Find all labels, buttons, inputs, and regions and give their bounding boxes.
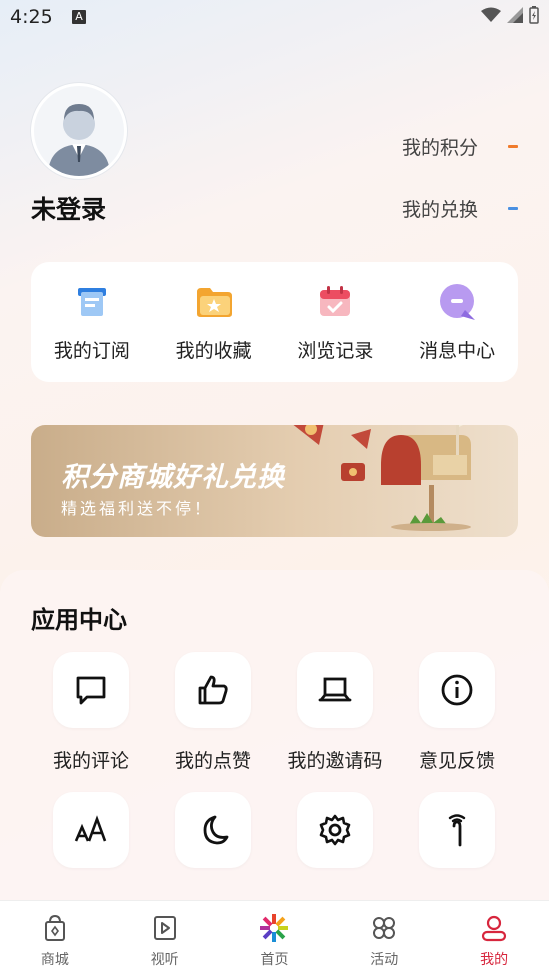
bottom-nav: 商城 视听 首页 活动 我的 (0, 900, 549, 977)
font-size-icon (74, 815, 107, 842)
quick-label-messages: 消息中心 (419, 340, 496, 362)
nav-label-video: 视听 (150, 952, 179, 968)
wifi-icon (481, 7, 501, 22)
quick-item-subscription[interactable]: 我的订阅 (31, 262, 153, 382)
favorites-folder-icon (196, 288, 232, 317)
app-label-feedback: 意见反馈 (418, 750, 495, 772)
app-item-font-size[interactable] (30, 792, 152, 912)
app-item-likes[interactable]: 我的点赞 (152, 652, 274, 772)
app-button-font-size[interactable] (53, 792, 129, 868)
activity-grid-icon (373, 917, 396, 939)
quick-item-messages[interactable]: 消息中心 (396, 262, 518, 382)
app-button-elder-mode[interactable] (419, 792, 495, 868)
quick-label-history: 浏览记录 (297, 340, 374, 362)
nav-tab-video[interactable]: 视听 (110, 901, 220, 977)
app-label-likes: 我的点赞 (174, 750, 251, 772)
my-points-label: 我的积分 (401, 137, 478, 159)
nav-tab-activity[interactable]: 活动 (329, 901, 439, 977)
battery-icon (529, 6, 539, 24)
home-logo-icon (260, 914, 289, 942)
nav-tab-mall[interactable]: 商城 (0, 901, 110, 977)
notification-icon: A (72, 10, 86, 24)
gear-icon (319, 814, 351, 846)
app-item-invite-code[interactable]: 我的邀请码 (274, 652, 396, 772)
elder-cane-icon (448, 814, 466, 847)
points-mall-banner[interactable]: 积分商城好礼兑换 精选福利送不停！ (31, 425, 518, 537)
signal-icon (507, 7, 523, 23)
mailbox-illustration-icon (293, 425, 471, 531)
app-center-title: 应用中心 (31, 606, 127, 634)
username[interactable]: 未登录 (31, 190, 106, 226)
app-button-settings[interactable] (297, 792, 373, 868)
shopping-bag-icon (44, 914, 65, 941)
my-exchange-link[interactable]: 我的兑换 (402, 195, 518, 222)
history-calendar-icon (320, 286, 351, 316)
moon-icon (203, 815, 229, 845)
thumbs-up-icon (198, 675, 228, 705)
info-icon (441, 674, 473, 706)
banner-subtitle: 精选福利送不停！ (61, 499, 214, 518)
user-avatar-icon (48, 104, 110, 176)
app-item-feedback[interactable]: 意见反馈 (396, 652, 518, 772)
status-time: 4:25 (10, 6, 53, 28)
exchange-indicator (508, 207, 518, 210)
app-label-comments: 我的评论 (52, 750, 129, 772)
app-label-invite-code: 我的邀请码 (287, 750, 383, 772)
banner-title: 积分商城好礼兑换 (61, 462, 285, 493)
quick-actions-card: 我的订阅 我的收藏 浏览记录 消息中心 (31, 262, 518, 382)
my-points-link[interactable]: 我的积分 (402, 133, 518, 160)
laptop-icon (318, 677, 352, 702)
app-button-dark-mode[interactable] (175, 792, 251, 868)
quick-item-history[interactable]: 浏览记录 (275, 262, 397, 382)
app-center-grid: 我的评论 我的点赞 我的邀请码 意见反馈 (30, 652, 518, 912)
status-icons (481, 6, 539, 24)
quick-label-subscription: 我的订阅 (53, 340, 130, 362)
app-item-settings[interactable] (274, 792, 396, 912)
app-item-dark-mode[interactable] (152, 792, 274, 912)
nav-tab-mine[interactable]: 我的 (439, 901, 549, 977)
app-button-likes[interactable] (175, 652, 251, 728)
comment-icon (76, 676, 106, 705)
app-button-invite-code[interactable] (297, 652, 373, 728)
app-item-comments[interactable]: 我的评论 (30, 652, 152, 772)
nav-tab-home[interactable]: 首页 (220, 901, 330, 977)
my-exchange-label: 我的兑换 (401, 199, 478, 221)
message-bubble-icon (440, 284, 476, 320)
points-indicator (508, 145, 518, 148)
app-item-elder-mode[interactable] (396, 792, 518, 912)
nav-label-mine: 我的 (480, 952, 509, 968)
nav-label-mall: 商城 (40, 952, 69, 968)
profile-icon (481, 915, 507, 942)
subscription-icon (77, 288, 106, 316)
avatar[interactable] (31, 83, 127, 179)
app-button-comments[interactable] (53, 652, 129, 728)
app-button-feedback[interactable] (419, 652, 495, 728)
nav-label-home: 首页 (260, 952, 289, 968)
nav-label-activity: 活动 (370, 952, 399, 968)
quick-item-favorites[interactable]: 我的收藏 (153, 262, 275, 382)
video-play-icon (153, 916, 176, 940)
quick-label-favorites: 我的收藏 (175, 340, 252, 362)
